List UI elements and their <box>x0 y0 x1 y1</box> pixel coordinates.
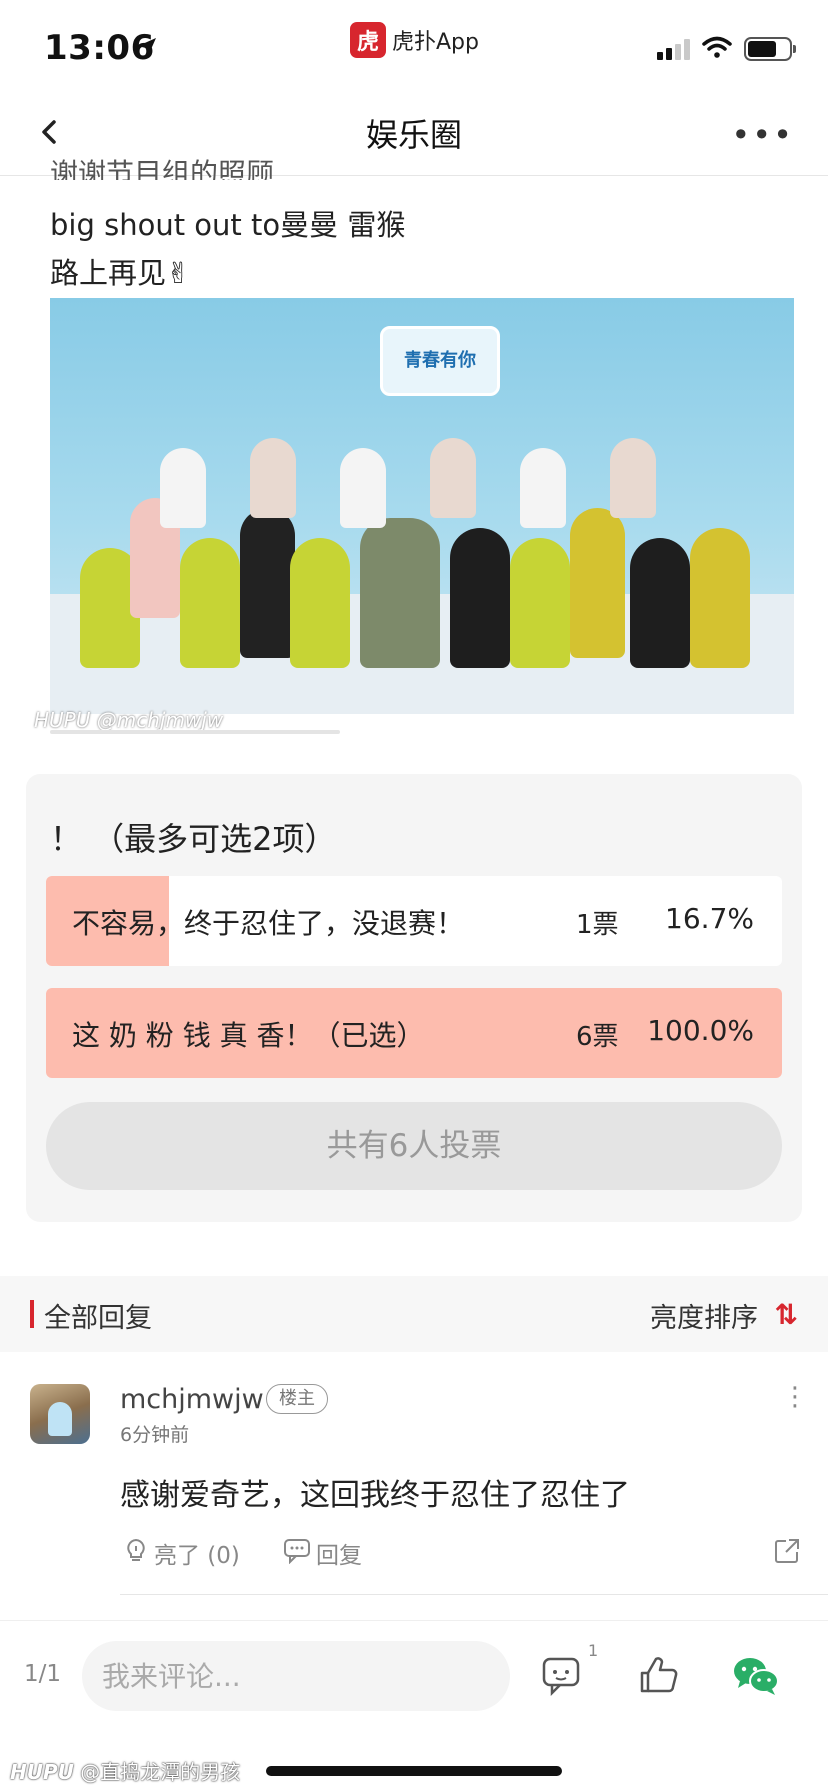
reply-actions: 亮了 (0) 回复 <box>120 1536 800 1576</box>
reply-time: 6分钟前 <box>120 1424 190 1446</box>
sort-icon[interactable]: ⇅ <box>775 1298 798 1331</box>
sort-button[interactable]: 亮度排序 <box>650 1296 758 1335</box>
status-bar: 13:06 虎 虎扑App <box>0 0 828 92</box>
reply-item: mchjmwjw 楼主 6分钟前 ⋮ 感谢爱奇艺，这回我终于忍住了忍住了 亮了 … <box>0 1352 828 1598</box>
home-indicator[interactable] <box>266 1766 562 1776</box>
wechat-share-icon[interactable] <box>730 1651 782 1699</box>
app-name: 虎扑App <box>392 30 479 55</box>
thumbs-up-icon[interactable] <box>634 1651 682 1699</box>
host-badge: 楼主 <box>266 1384 328 1414</box>
poll-option-text: 不容易，终于忍住了，没退赛！ <box>72 907 465 940</box>
location-arrow-icon <box>136 36 158 62</box>
bottom-bar: 1/1 1 <box>0 1620 828 1732</box>
poll-title: ！ （最多可选2项） <box>50 820 337 858</box>
poll-card: ！ （最多可选2项） 不容易，终于忍住了，没退赛！ 1票 16.7% 这 奶 粉… <box>26 774 802 1222</box>
page-indicator[interactable]: 1/1 <box>24 1661 61 1687</box>
group-photo <box>70 428 770 678</box>
comment-count: 1 <box>588 1641 599 1660</box>
post-line: big shout out to曼曼 雷猴 <box>50 208 406 242</box>
poll-option-votes: 6票 <box>576 1022 619 1052</box>
wifi-icon <box>702 36 732 62</box>
post-cut-line: 谢谢节目组的照顾 <box>50 157 275 180</box>
battery-icon <box>744 37 796 61</box>
poll-option-percent: 16.7% <box>665 902 754 935</box>
reply-label: 回复 <box>316 1543 362 1569</box>
reply-button[interactable]: 回复 <box>282 1536 362 1570</box>
replies-header: 全部回复 亮度排序 ⇅ <box>0 1276 828 1352</box>
footer-watermark: HUPU @直捣龙潭的男孩 <box>10 1756 240 1785</box>
signal-icon <box>657 38 690 60</box>
post-line: 路上再见✌ <box>50 256 191 290</box>
poll-option-percent: 100.0% <box>647 1014 754 1047</box>
poll-total-button[interactable]: 共有6人投票 <box>46 1102 782 1190</box>
app-badge[interactable]: 虎 虎扑App <box>350 22 479 58</box>
comment-input[interactable] <box>82 1641 510 1711</box>
lightbulb-icon <box>122 1536 150 1570</box>
status-icons <box>657 36 796 62</box>
share-button[interactable] <box>772 1536 802 1572</box>
reply-username[interactable]: mchjmwjw <box>120 1384 264 1415</box>
watermark-user: @直捣龙潭的男孩 <box>80 1760 241 1784</box>
replies-title: 全部回复 <box>44 1303 152 1334</box>
image-watermark: HUPU @mchjmwjw <box>34 708 224 732</box>
watermark-brand: HUPU <box>10 1760 74 1784</box>
light-label: 亮了 (0) <box>154 1543 240 1569</box>
share-icon <box>772 1536 802 1572</box>
poll-option-text: 这 奶 粉 钱 真 香！（已选） <box>72 1019 425 1052</box>
post-image[interactable]: 青春有你 <box>50 298 794 714</box>
reply-content: 感谢爱奇艺，这回我终于忍住了忍住了 <box>120 1478 630 1513</box>
divider <box>120 1594 828 1595</box>
poll-option-votes: 1票 <box>576 910 619 940</box>
comment-icon[interactable] <box>538 1651 586 1699</box>
page-title: 娱乐圈 <box>365 116 462 154</box>
image-banner: 青春有你 <box>380 326 500 396</box>
more-horizontal-icon[interactable]: ••• <box>731 116 794 154</box>
image-scroll-indicator <box>50 730 340 734</box>
hupu-logo-icon: 虎 <box>350 22 386 58</box>
more-vertical-icon[interactable]: ⋮ <box>782 1384 808 1410</box>
section-marker <box>30 1300 34 1328</box>
comment-bubble-icon <box>282 1536 312 1570</box>
poll-option[interactable]: 不容易，终于忍住了，没退赛！ 1票 16.7% <box>46 876 782 966</box>
light-button[interactable]: 亮了 (0) <box>122 1536 240 1570</box>
poll-option[interactable]: 这 奶 粉 钱 真 香！（已选） 6票 100.0% <box>46 988 782 1078</box>
avatar[interactable] <box>30 1384 90 1444</box>
